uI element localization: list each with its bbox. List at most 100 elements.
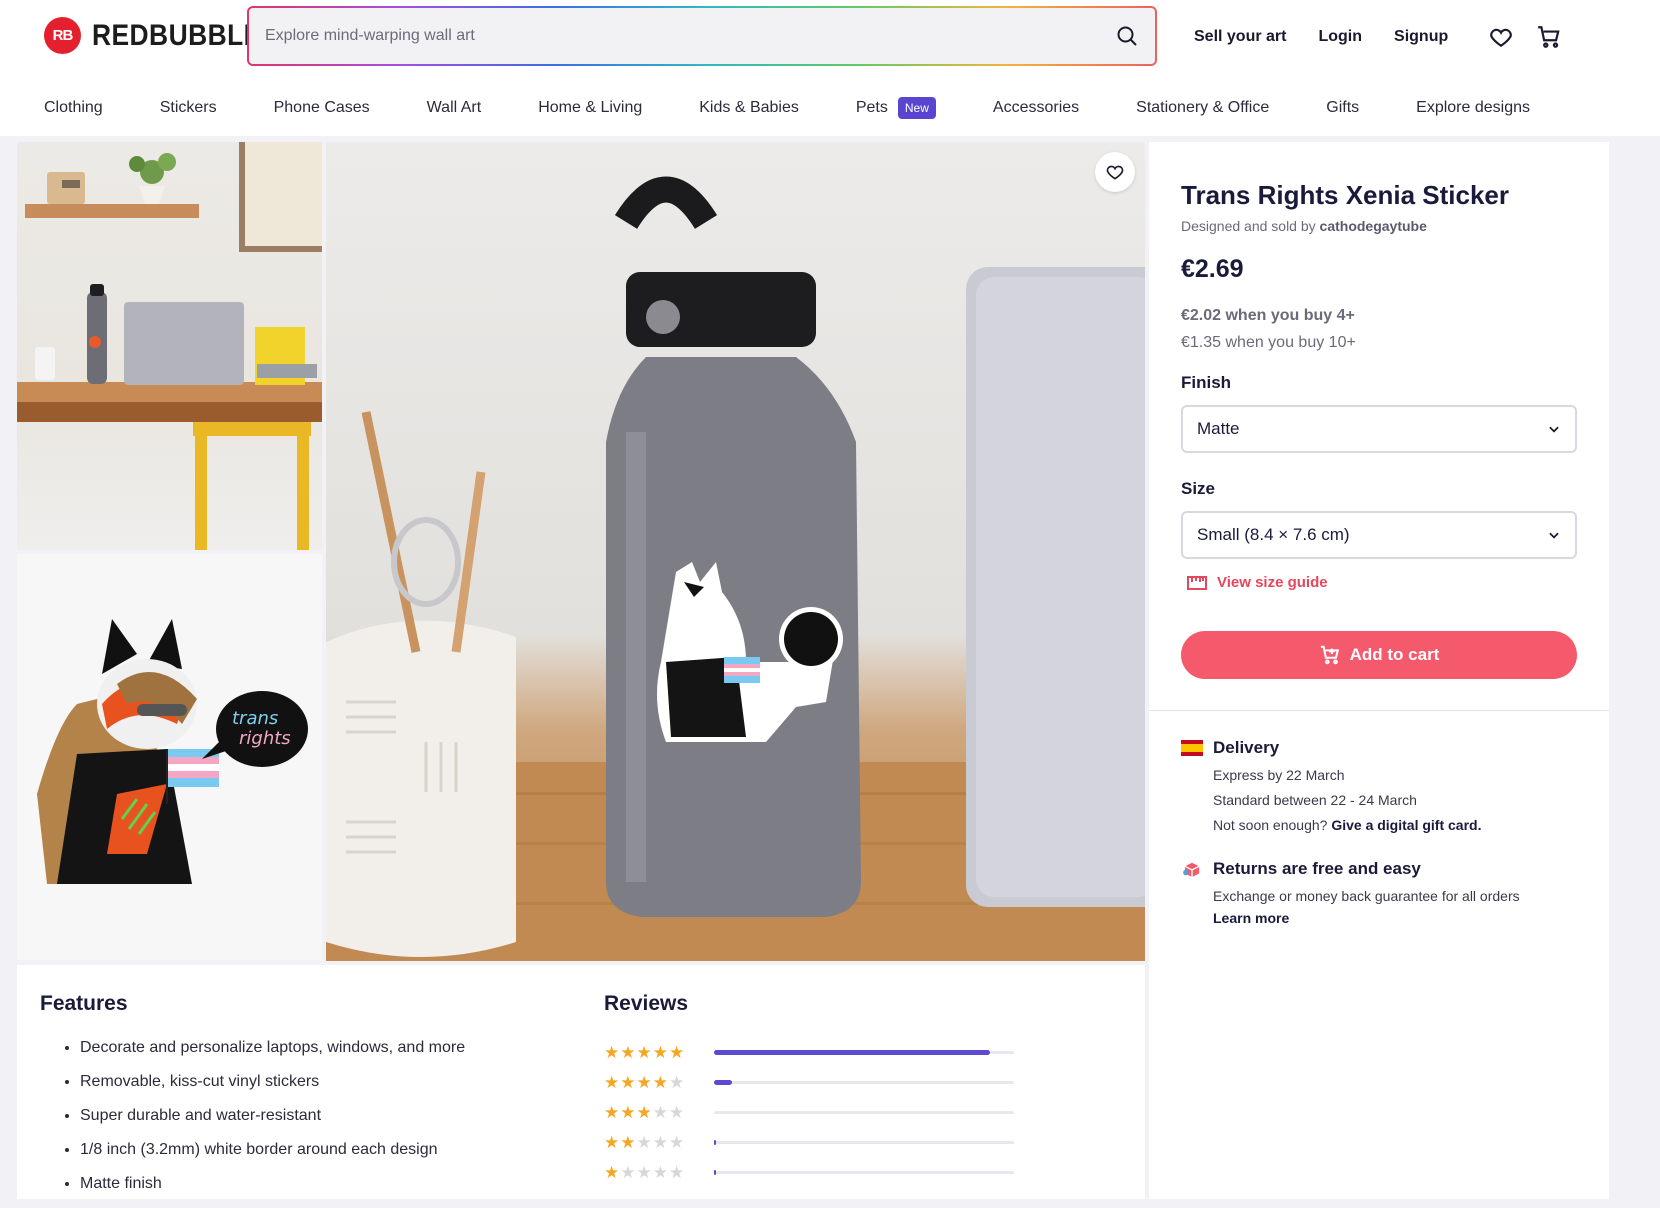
finish-label: Finish xyxy=(1181,373,1232,392)
star-icon: ★ xyxy=(669,1103,685,1122)
nav-explore-designs[interactable]: Explore designs xyxy=(1416,99,1530,117)
review-row-2-stars[interactable]: ★ ★ ★ ★ ★ xyxy=(604,1134,1014,1151)
rating-bar xyxy=(714,1050,1014,1055)
view-size-guide-link[interactable]: View size guide xyxy=(1187,574,1328,591)
nav-clothing[interactable]: Clothing xyxy=(44,99,103,117)
signup-link[interactable]: Signup xyxy=(1394,28,1448,46)
search-icon[interactable] xyxy=(1115,24,1139,48)
review-row-5-stars[interactable]: ★ ★ ★ ★ ★ xyxy=(604,1044,1014,1061)
soon-prefix: Not soon enough? xyxy=(1213,817,1328,833)
site-header: RB REDBUBBLE Explore mind-warping wall a… xyxy=(0,0,1660,136)
product-panel: Trans Rights Xenia Sticker Designed and … xyxy=(1149,142,1609,1199)
nav-stationery-office[interactable]: Stationery & Office xyxy=(1136,99,1269,117)
rating-bar xyxy=(714,1170,1014,1175)
delivery-express: Express by 22 March xyxy=(1213,767,1345,783)
thumbnail-desk-scene[interactable] xyxy=(17,142,322,550)
rating-bar-fill xyxy=(714,1170,716,1175)
finish-select[interactable]: Matte xyxy=(1181,405,1577,453)
rating-bar-fill xyxy=(714,1050,990,1055)
returns-block: Returns are free and easy Exchange or mo… xyxy=(1181,859,1520,926)
sticker-text-rights: rights xyxy=(239,728,291,749)
heart-icon[interactable] xyxy=(1488,24,1514,50)
add-to-cart-button[interactable]: Add to cart xyxy=(1181,631,1577,679)
star-icon: ★ xyxy=(669,1133,685,1152)
favorite-button[interactable] xyxy=(1095,152,1135,192)
ruler-icon xyxy=(1187,575,1207,590)
review-row-4-stars[interactable]: ★ ★ ★ ★ ★ xyxy=(604,1074,1014,1091)
star-rating: ★ ★ ★ ★ ★ xyxy=(604,1104,704,1121)
star-rating: ★ ★ ★ ★ ★ xyxy=(604,1074,704,1091)
star-icon: ★ xyxy=(652,1103,668,1122)
gift-card-link[interactable]: Give a digital gift card. xyxy=(1331,817,1481,833)
size-label: Size xyxy=(1181,479,1216,498)
review-row-1-stars[interactable]: ★ ★ ★ ★ ★ xyxy=(604,1164,1014,1181)
nav-kids-babies[interactable]: Kids & Babies xyxy=(699,99,799,117)
logo-text: REDBUBBLE xyxy=(92,18,262,52)
star-icon: ★ xyxy=(652,1043,668,1062)
rating-bar-fill xyxy=(714,1080,732,1085)
star-icon: ★ xyxy=(652,1133,668,1152)
seller-link[interactable]: cathodegaytube xyxy=(1320,218,1427,234)
nav-phone-cases[interactable]: Phone Cases xyxy=(274,99,370,117)
product-title: Trans Rights Xenia Sticker xyxy=(1181,180,1510,210)
nav-wall-art[interactable]: Wall Art xyxy=(427,99,482,117)
add-to-cart-label: Add to cart xyxy=(1349,645,1440,664)
star-icon: ★ xyxy=(620,1043,636,1062)
heart-icon xyxy=(1106,165,1124,180)
star-icon: ★ xyxy=(620,1163,636,1182)
product-price: €2.69 xyxy=(1181,255,1244,283)
star-icon: ★ xyxy=(620,1133,636,1152)
size-select[interactable]: Small (8.4 × 7.6 cm) xyxy=(1181,511,1577,559)
bulk-price-10: €1.35 when you buy 10+ xyxy=(1181,334,1356,351)
star-icon: ★ xyxy=(669,1043,685,1062)
sell-your-art-link[interactable]: Sell your art xyxy=(1194,28,1286,46)
seller-prefix: Designed and sold by xyxy=(1181,218,1316,234)
details-section: Features Decorate and personalize laptop… xyxy=(17,965,1145,1199)
features-list: Decorate and personalize laptops, window… xyxy=(80,1038,465,1208)
account-links: Sell your art Login Signup xyxy=(1194,24,1576,50)
star-icon: ★ xyxy=(620,1103,636,1122)
delivery-standard: Standard between 22 - 24 March xyxy=(1213,792,1417,808)
nav-stickers[interactable]: Stickers xyxy=(160,99,217,117)
search-bar: Explore mind-warping wall art xyxy=(247,6,1157,66)
star-icon: ★ xyxy=(669,1073,685,1092)
nav-gifts[interactable]: Gifts xyxy=(1326,99,1359,117)
nav-pets[interactable]: Pets New xyxy=(856,97,936,119)
category-nav: Clothing Stickers Phone Cases Wall Art H… xyxy=(44,96,1587,120)
thumbnail-sticker-design[interactable]: trans rights xyxy=(17,554,322,960)
star-icon: ★ xyxy=(636,1043,652,1062)
new-badge: New xyxy=(897,97,936,119)
nav-accessories[interactable]: Accessories xyxy=(993,99,1079,117)
fox-character-illustration: trans rights xyxy=(37,619,308,884)
review-row-3-stars[interactable]: ★ ★ ★ ★ ★ xyxy=(604,1104,1014,1121)
feature-item: Matte finish xyxy=(80,1174,465,1208)
main-product-image[interactable] xyxy=(326,142,1145,961)
chevron-down-icon xyxy=(1549,532,1559,539)
star-icon: ★ xyxy=(636,1103,652,1122)
finish-value: Matte xyxy=(1197,419,1240,438)
search-input[interactable]: Explore mind-warping wall art xyxy=(265,27,1115,45)
login-link[interactable]: Login xyxy=(1318,28,1362,46)
star-icon: ★ xyxy=(636,1133,652,1152)
returns-text: Exchange or money back guarantee for all… xyxy=(1213,888,1520,904)
size-value: Small (8.4 × 7.6 cm) xyxy=(1197,525,1350,544)
sticker-text-trans: trans xyxy=(232,708,278,729)
seller-line: Designed and sold by cathodegaytube xyxy=(1181,218,1427,234)
rating-bar xyxy=(714,1140,1014,1145)
star-icon: ★ xyxy=(669,1163,685,1182)
feature-item: Super durable and water-resistant xyxy=(80,1106,465,1140)
returns-title: Returns are free and easy xyxy=(1213,859,1421,878)
star-rating: ★ ★ ★ ★ ★ xyxy=(604,1164,704,1181)
star-icon: ★ xyxy=(652,1163,668,1182)
star-icon: ★ xyxy=(636,1073,652,1092)
star-icon: ★ xyxy=(604,1043,620,1062)
feature-item: 1/8 inch (3.2mm) white border around eac… xyxy=(80,1140,465,1174)
star-icon: ★ xyxy=(652,1073,668,1092)
delivery-soon: Not soon enough? Give a digital gift car… xyxy=(1213,817,1481,833)
nav-home-living[interactable]: Home & Living xyxy=(538,99,642,117)
learn-more-link[interactable]: Learn more xyxy=(1213,910,1289,926)
star-icon: ★ xyxy=(604,1133,620,1152)
star-icon: ★ xyxy=(604,1103,620,1122)
bulk-price-4: €2.02 when you buy 4+ xyxy=(1181,307,1355,324)
cart-icon[interactable] xyxy=(1536,24,1562,50)
